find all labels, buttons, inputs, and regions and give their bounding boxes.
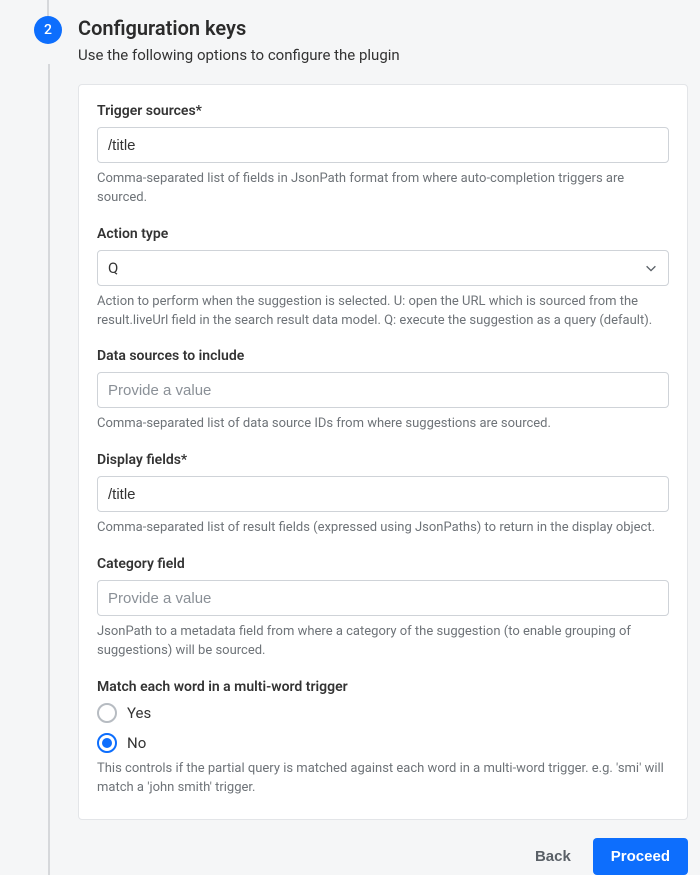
field-category-field: Category field JsonPath to a metadata fi… — [97, 556, 669, 661]
match-each-word-yes[interactable]: Yes — [97, 703, 669, 723]
display-fields-input[interactable] — [97, 476, 669, 512]
field-action-type: Action type Q Action to perform when the… — [97, 226, 669, 331]
config-card: Trigger sources* Comma-separated list of… — [78, 84, 688, 820]
proceed-button[interactable]: Proceed — [593, 838, 688, 875]
trigger-sources-label: Trigger sources* — [97, 103, 669, 119]
field-data-sources: Data sources to include Comma-separated … — [97, 348, 669, 434]
data-sources-label: Data sources to include — [97, 348, 669, 364]
category-field-help: JsonPath to a metadata field from where … — [97, 623, 669, 661]
radio-icon — [97, 733, 117, 753]
back-button[interactable]: Back — [535, 848, 571, 865]
step-title: Configuration keys — [78, 16, 400, 40]
step-badge: 2 — [34, 16, 62, 44]
trigger-sources-input[interactable] — [97, 127, 669, 163]
radio-label-yes: Yes — [127, 704, 151, 722]
action-type-value: Q — [108, 259, 118, 277]
action-type-select[interactable]: Q — [97, 250, 669, 286]
match-each-word-label: Match each word in a multi-word trigger — [97, 679, 669, 695]
step-subtitle: Use the following options to configure t… — [78, 46, 400, 64]
footer: Back Proceed — [78, 838, 688, 875]
field-display-fields: Display fields* Comma-separated list of … — [97, 452, 669, 538]
display-fields-help: Comma-separated list of result fields (e… — [97, 519, 669, 538]
match-each-word-help: This controls if the partial query is ma… — [97, 760, 669, 798]
radio-label-no: No — [127, 734, 146, 752]
field-match-each-word: Match each word in a multi-word trigger … — [97, 679, 669, 798]
match-each-word-no[interactable]: No — [97, 733, 669, 753]
display-fields-label: Display fields* — [97, 452, 669, 468]
category-field-label: Category field — [97, 556, 669, 572]
chevron-down-icon — [644, 261, 658, 275]
radio-icon — [97, 703, 117, 723]
step-header: 2 Configuration keys Use the following o… — [34, 0, 688, 64]
data-sources-input[interactable] — [97, 372, 669, 408]
category-field-input[interactable] — [97, 580, 669, 616]
action-type-label: Action type — [97, 226, 669, 242]
data-sources-help: Comma-separated list of data source IDs … — [97, 415, 669, 434]
field-trigger-sources: Trigger sources* Comma-separated list of… — [97, 103, 669, 208]
action-type-help: Action to perform when the suggestion is… — [97, 293, 669, 331]
trigger-sources-help: Comma-separated list of fields in JsonPa… — [97, 170, 669, 208]
